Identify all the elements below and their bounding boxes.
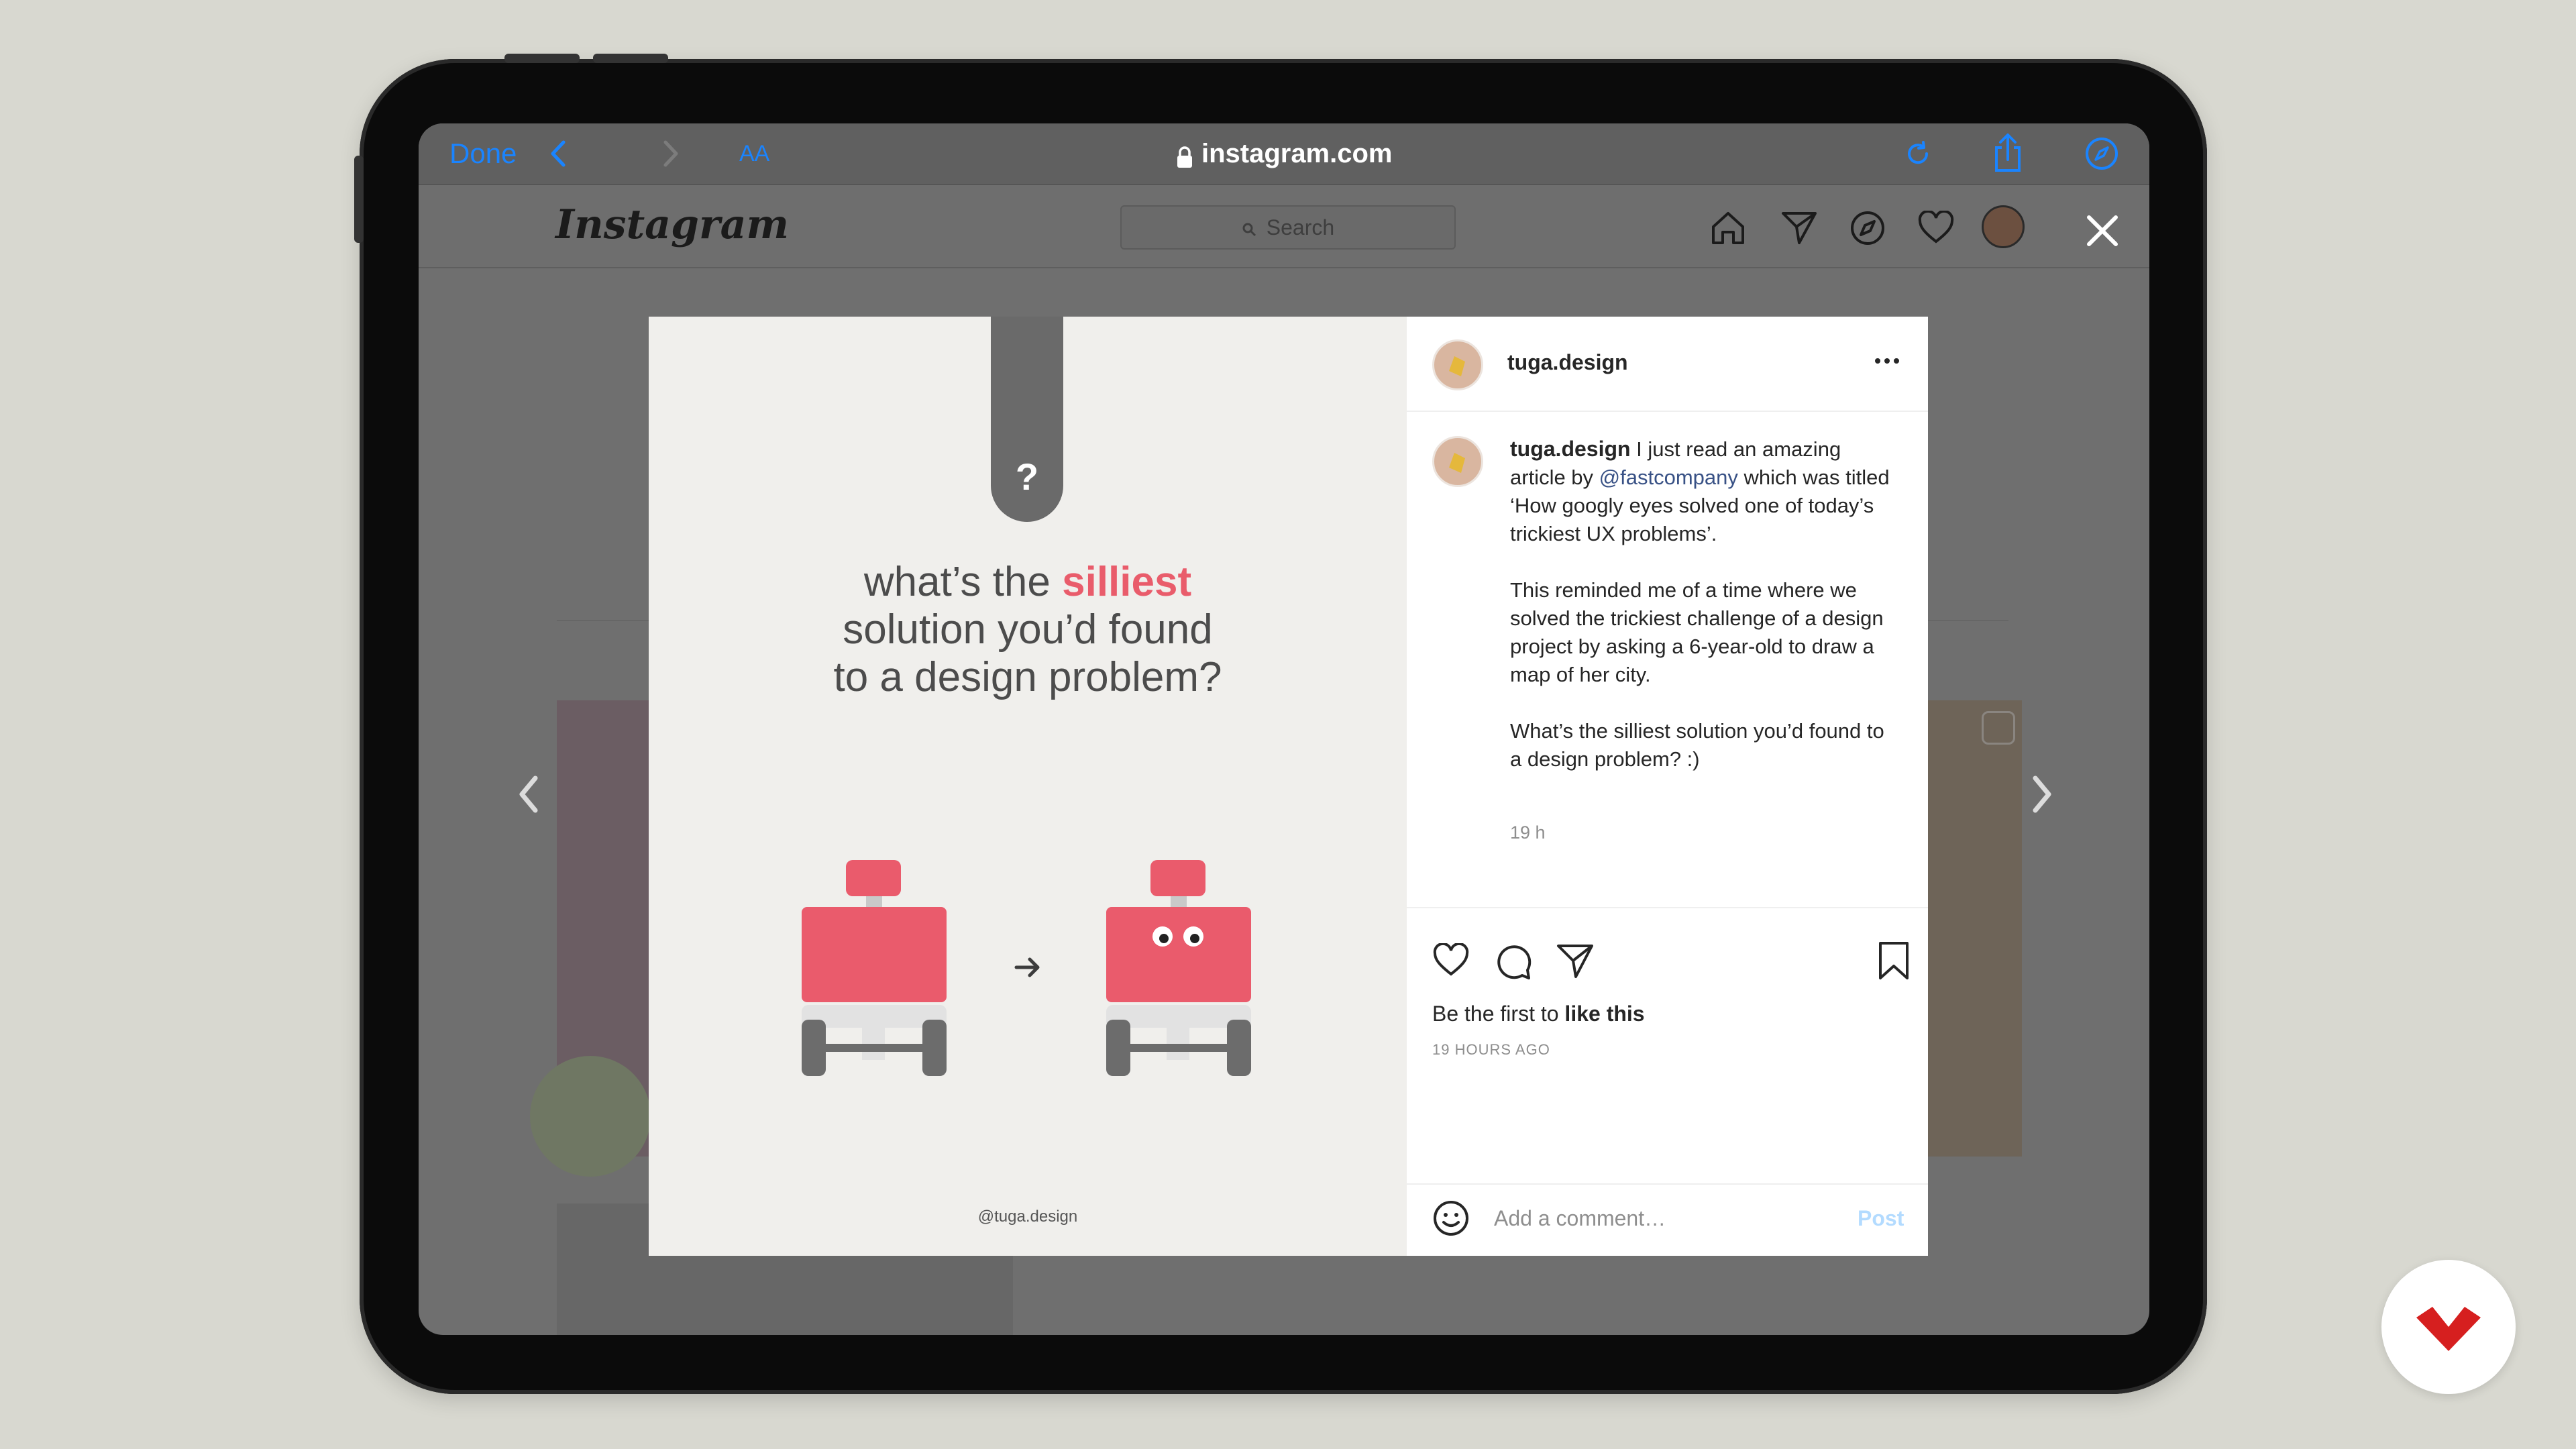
headline-highlight: silliest	[1062, 559, 1192, 605]
background-plate	[530, 1056, 651, 1177]
post-image: ? what’s the silliest solution you’d fou…	[649, 317, 1407, 1256]
search-placeholder: Search	[1266, 215, 1335, 239]
author-username[interactable]: tuga.design	[1507, 350, 1628, 375]
caption-mention-link[interactable]: @fastcompany	[1599, 466, 1738, 489]
activity-heart-icon[interactable]	[1917, 209, 1955, 246]
brand-logo-badge	[2381, 1260, 2516, 1394]
author-avatar[interactable]	[1432, 339, 1483, 390]
actions-divider	[1407, 907, 1928, 908]
address-bar[interactable]: instagram.com	[1143, 123, 1425, 184]
lock-icon	[1176, 146, 1193, 172]
volume-button-down	[593, 54, 668, 63]
text-size-button[interactable]: AA	[739, 123, 769, 184]
reload-icon[interactable]	[1902, 138, 1933, 169]
caption-paragraph-3: What’s the silliest solution you’d found…	[1510, 719, 1884, 771]
instagram-header: Instagram Search	[419, 185, 2149, 268]
post-comment-button[interactable]: Post	[1858, 1206, 1904, 1231]
robot-before-illustration	[802, 860, 947, 1081]
bookmark-icon[interactable]	[1876, 941, 1911, 981]
url-text: instagram.com	[1201, 139, 1393, 168]
close-modal-icon[interactable]	[2082, 211, 2123, 251]
comment-divider	[1407, 1183, 1928, 1185]
browser-toolbar: Done AA instagram.com	[419, 123, 2149, 185]
robot-after-illustration	[1106, 860, 1251, 1081]
caption-time: 19 h	[1510, 822, 1546, 843]
headline-line3: to a design problem?	[833, 654, 1222, 700]
post-header: tuga.design	[1407, 317, 1928, 412]
caption-username[interactable]: tuga.design	[1510, 437, 1631, 461]
question-mark: ?	[1015, 455, 1039, 498]
reel-icon	[1982, 711, 2015, 745]
post-watermark: @tuga.design	[977, 1208, 1078, 1226]
next-post-arrow-icon[interactable]	[2025, 767, 2058, 821]
profile-avatar-icon[interactable]	[1982, 205, 2025, 248]
headline-pre: what’s the	[863, 559, 1063, 605]
background-post-thumbnail	[530, 700, 651, 1177]
comment-bubble-icon[interactable]	[1494, 942, 1533, 981]
comment-input[interactable]: Add a comment…	[1494, 1206, 1666, 1231]
instagram-logo[interactable]: Instagram	[555, 201, 789, 248]
background-post-thumbnail-right	[1928, 700, 2022, 1157]
caption-paragraph-2: This reminded me of a time where we solv…	[1510, 578, 1884, 686]
power-button	[354, 156, 364, 243]
direct-message-icon[interactable]	[1780, 208, 1818, 246]
emoji-icon[interactable]	[1432, 1199, 1470, 1237]
search-icon	[1242, 209, 1256, 250]
forward-icon[interactable]	[656, 137, 683, 170]
share-post-icon[interactable]	[1556, 942, 1595, 979]
caption-avatar[interactable]	[1432, 436, 1483, 487]
share-icon[interactable]	[1991, 133, 2025, 173]
search-input[interactable]: Search	[1120, 205, 1456, 250]
home-icon[interactable]	[1709, 209, 1747, 247]
likes-prefix: Be the first to	[1432, 1002, 1565, 1026]
done-button[interactable]: Done	[449, 123, 517, 184]
post-timestamp: 19 HOURS AGO	[1432, 1041, 1550, 1058]
like-this-link[interactable]: like this	[1564, 1002, 1644, 1026]
post-headline: what’s the silliest solution you’d found…	[649, 558, 1407, 701]
more-options-icon[interactable]	[1872, 354, 1902, 368]
back-icon[interactable]	[546, 137, 573, 170]
explore-icon[interactable]	[1849, 209, 1886, 247]
volume-button-up	[504, 54, 580, 63]
like-heart-icon[interactable]	[1432, 942, 1470, 978]
headline-line2: solution you’d found	[843, 606, 1213, 653]
post-details-panel: tuga.design tuga.design I just read an a…	[1407, 317, 1928, 1256]
previous-post-arrow-icon[interactable]	[513, 767, 546, 821]
compass-icon[interactable]	[2084, 136, 2120, 172]
post-caption: tuga.design I just read an amazing artic…	[1510, 435, 1899, 773]
tablet-screen: Done AA instagram.com Instagram Search ?…	[419, 123, 2149, 1335]
likes-line: Be the first to like this	[1432, 1000, 1645, 1028]
arrow-right-icon	[1011, 954, 1044, 981]
brand-logo-icon	[2416, 1307, 2481, 1351]
